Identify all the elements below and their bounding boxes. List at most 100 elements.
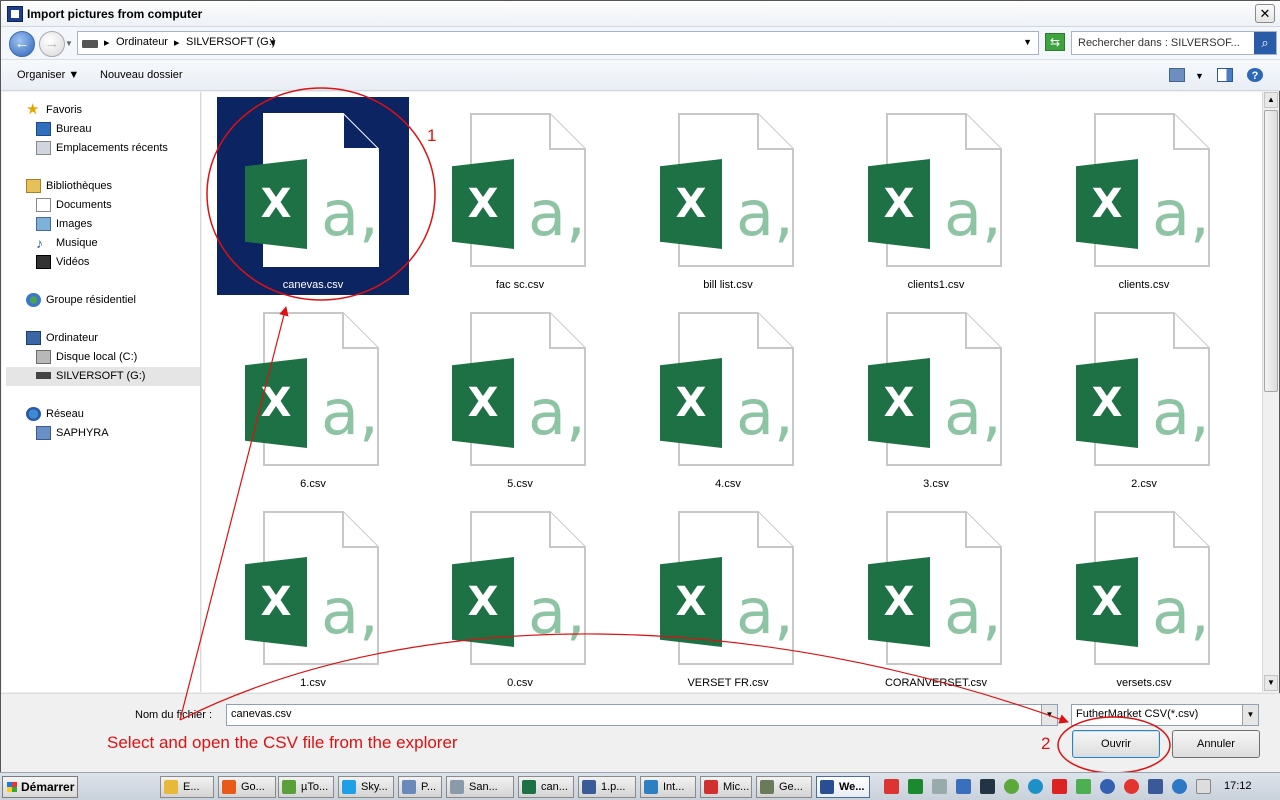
refresh-button[interactable]: ⇆ [1045, 33, 1065, 51]
file-item[interactable]: Xa, fac sc.csv [424, 97, 616, 295]
excel-logo-icon: X [1076, 159, 1138, 249]
file-item[interactable]: Xa, 0.csv [424, 495, 616, 692]
tray-app-icon[interactable] [1124, 779, 1139, 794]
file-item[interactable]: Xa, canevas.csv [217, 97, 409, 295]
nav-usb-drive[interactable]: SILVERSOFT (G:) [6, 367, 200, 386]
breadcrumb-drive[interactable]: SILVERSOFT (G:) [186, 36, 275, 48]
file-item[interactable]: Xa, clients.csv [1048, 97, 1240, 295]
file-item[interactable]: Xa, versets.csv [1048, 495, 1240, 692]
csv-glyph-icon: a, [528, 177, 586, 250]
taskbar-item[interactable]: Go... [218, 776, 276, 798]
bluetooth-icon[interactable] [1172, 779, 1187, 794]
taskbar-item[interactable]: E... [160, 776, 214, 798]
address-history-dropdown[interactable]: ▼ [1023, 37, 1032, 47]
search-box[interactable]: Rechercher dans : SILVERSOF... ⌕ [1071, 31, 1277, 55]
taskbar-item[interactable]: Int... [640, 776, 696, 798]
tray-app-icon[interactable] [1148, 779, 1163, 794]
scroll-down-button[interactable]: ▼ [1264, 675, 1278, 691]
excel-logo-icon: X [452, 358, 514, 448]
excel-logo-icon: X [660, 557, 722, 647]
filename-history-dropdown[interactable]: ▼ [1041, 705, 1057, 725]
monitor-icon[interactable] [980, 779, 995, 794]
tray-app-icon[interactable] [1100, 779, 1115, 794]
taskbar-item[interactable]: P... [398, 776, 442, 798]
taskbar-item[interactable]: µTo... [278, 776, 334, 798]
file-item[interactable]: Xa, 1.csv [217, 495, 409, 692]
taskbar-item-label: P... [421, 781, 437, 793]
taskbar-item[interactable]: 1.p... [578, 776, 636, 798]
file-item[interactable]: Xa, 5.csv [424, 296, 616, 494]
scroll-thumb[interactable] [1264, 110, 1278, 392]
taskbar: Démarrer E... Go... µTo... Sky... P... San...… [0, 772, 1280, 800]
network-icon [26, 407, 41, 421]
search-icon[interactable]: ⌕ [1254, 32, 1276, 54]
tray-app-icon[interactable] [956, 779, 971, 794]
usb-drive-icon [36, 372, 51, 379]
scroll-up-button[interactable]: ▲ [1264, 92, 1278, 108]
file-name: canevas.csv [282, 279, 344, 291]
file-item[interactable]: Xa, CORANVERSET.csv [840, 495, 1032, 692]
new-folder-button[interactable]: Nouveau dossier [100, 69, 183, 81]
app-icon [644, 780, 658, 794]
file-type-select[interactable]: FutherMarket CSV(*.csv) ▼ [1071, 704, 1259, 726]
file-item[interactable]: Xa, 2.csv [1048, 296, 1240, 494]
taskbar-item[interactable]: Mic... [700, 776, 752, 798]
file-item[interactable]: Xa, 6.csv [217, 296, 409, 494]
tray-check-icon[interactable] [1076, 779, 1091, 794]
recent-pages-dropdown[interactable]: ▼ [65, 39, 73, 48]
recent-places-icon [36, 141, 51, 155]
cancel-button[interactable]: Annuler [1172, 730, 1260, 758]
file-item[interactable]: Xa, 4.csv [632, 296, 824, 494]
chevron-down-icon[interactable]: ▼ [1242, 705, 1258, 725]
taskbar-item[interactable]: Ge... [756, 776, 812, 798]
forward-button[interactable]: → [39, 31, 65, 57]
tray-app-icon[interactable] [1028, 779, 1043, 794]
view-options-icon[interactable] [1169, 68, 1185, 82]
refresh-icon: ⇆ [1049, 35, 1061, 49]
file-item[interactable]: Xa, bill list.csv [632, 97, 824, 295]
utorrent-icon[interactable] [1004, 779, 1019, 794]
preview-pane-icon[interactable] [1217, 68, 1233, 82]
network-computer-icon [36, 426, 51, 440]
file-item[interactable]: Xa, VERSET FR.csv [632, 495, 824, 692]
notification-bell-icon[interactable] [932, 779, 947, 794]
taskbar-item[interactable]: Sky... [338, 776, 394, 798]
arrow-right-icon: → [44, 35, 60, 52]
start-button[interactable]: Démarrer [2, 776, 78, 798]
back-button[interactable]: ← [9, 31, 35, 57]
tray-app-icon[interactable] [1052, 779, 1067, 794]
open-button[interactable]: Ouvrir [1072, 730, 1160, 758]
file-item[interactable]: Xa, clients1.csv [840, 97, 1032, 295]
chevron-right-icon: ▸ [174, 37, 180, 49]
close-button[interactable]: ✕ [1255, 4, 1275, 23]
vertical-scrollbar[interactable]: ▲ ▼ [1262, 92, 1279, 692]
taskbar-item[interactable]: We... [816, 776, 870, 798]
address-bar[interactable]: ▸ Ordinateur ▸ SILVERSOFT (G:) ▾ ▼ [77, 31, 1039, 55]
view-dropdown[interactable]: ▼ [1195, 71, 1204, 81]
breadcrumb-computer[interactable]: Ordinateur [116, 36, 168, 48]
search-input[interactable]: Rechercher dans : SILVERSOF... [1078, 37, 1240, 49]
tray-app-icon[interactable] [884, 779, 899, 794]
step-2-label: 2 [1041, 734, 1051, 753]
help-icon[interactable]: ? [1247, 68, 1263, 82]
csv-glyph-icon: a, [944, 177, 1002, 250]
file-name: 6.csv [300, 478, 326, 490]
taskbar-item[interactable]: can... [518, 776, 574, 798]
taskbar-item-label: San... [469, 781, 498, 793]
libraries-icon [26, 179, 41, 193]
csv-glyph-icon: a, [736, 177, 794, 250]
step-1-label: 1 [427, 126, 437, 145]
tray-app-icon[interactable] [908, 779, 923, 794]
file-item[interactable]: Xa, 3.csv [840, 296, 1032, 494]
csv-glyph-icon: a, [1152, 575, 1210, 648]
excel-logo-icon: X [1076, 557, 1138, 647]
organize-button[interactable]: Organiser ▼ [17, 69, 79, 81]
address-row: ← → ▼ ▸ Ordinateur ▸ SILVERSOFT (G:) ▾ ▼… [1, 27, 1280, 59]
clock: 17:12 [1224, 780, 1252, 792]
taskbar-item[interactable]: San... [446, 776, 514, 798]
action-center-flag-icon[interactable] [1196, 779, 1211, 794]
chevron-down-icon[interactable]: ▾ [270, 36, 276, 49]
video-icon [36, 255, 51, 269]
music-note-icon: ♪ [36, 235, 43, 251]
filename-input[interactable]: canevas.csv [226, 704, 1058, 726]
